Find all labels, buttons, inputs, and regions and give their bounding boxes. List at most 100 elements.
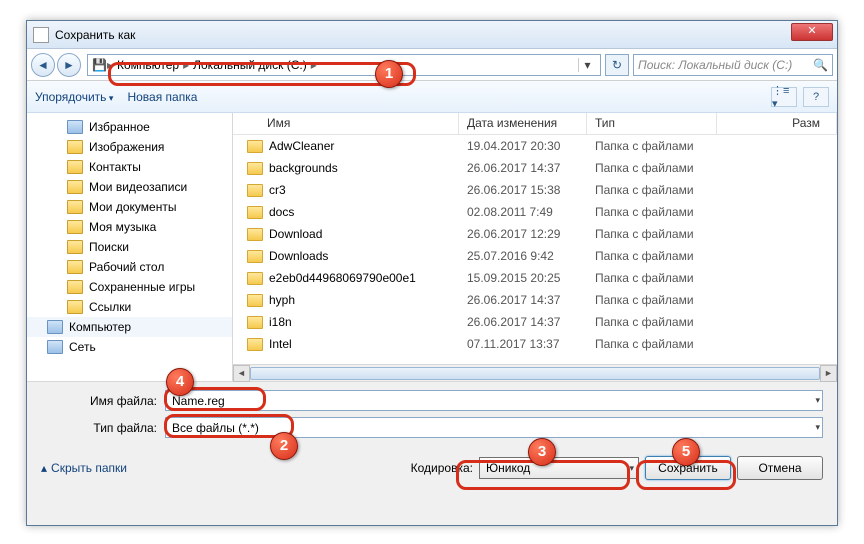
sidebar-item[interactable]: Мои документы [27,197,232,217]
drive-icon: 💾 [92,58,107,72]
horizontal-scrollbar[interactable]: ◄ ► [233,364,837,381]
file-list[interactable]: AdwCleaner19.04.2017 20:30Папка с файлам… [233,135,837,364]
filename-input[interactable]: Name.reg ▾ [165,390,823,411]
sidebar-item[interactable]: Изображения [27,137,232,157]
special-icon [67,120,83,134]
sidebar-item-label: Изображения [89,140,164,154]
table-row[interactable]: e2eb0d44968069790e00e115.09.2015 20:25Па… [233,267,837,289]
folder-icon [247,294,263,307]
address-bar[interactable]: 💾 ▸ Компьютер ▸ Локальный диск (C:) ▸ ▾ [87,54,601,76]
footer: ▴ Скрыть папки Кодировка: Юникод ▾ Сохра… [27,450,837,490]
scroll-thumb[interactable] [250,367,820,380]
cancel-button[interactable]: Отмена [737,456,823,480]
search-input[interactable]: Поиск: Локальный диск (C:) 🔍 [633,54,833,76]
special-icon [47,320,63,334]
folder-icon [247,316,263,329]
folder-icon [247,338,263,351]
scroll-left-icon[interactable]: ◄ [233,365,250,382]
sidebar-item-label: Поиски [89,240,129,254]
folder-icon [67,280,83,294]
help-button[interactable]: ? [803,87,829,107]
encoding-label: Кодировка: [411,461,473,475]
toolbar: Упорядочить Новая папка ⋮≡ ▾ ? [27,81,837,113]
table-row[interactable]: hyph26.06.2017 14:37Папка с файлами [233,289,837,311]
search-icon: 🔍 [813,58,828,72]
sidebar-item[interactable]: Контакты [27,157,232,177]
filetype-select[interactable]: Все файлы (*.*) ▾ [165,417,823,438]
table-row[interactable]: Downloads25.07.2016 9:42Папка с файлами [233,245,837,267]
filetype-label: Тип файла: [41,421,165,435]
titlebar[interactable]: Сохранить как ✕ [27,21,837,49]
special-icon [47,340,63,354]
table-row[interactable]: Download26.06.2017 12:29Папка с файлами [233,223,837,245]
folder-icon [67,200,83,214]
file-type: Папка с файлами [587,205,717,219]
save-button[interactable]: Сохранить [645,456,731,480]
app-icon [33,27,49,43]
refresh-button[interactable]: ↻ [605,54,629,76]
sidebar-item[interactable]: Сохраненные игры [27,277,232,297]
forward-button[interactable]: ► [57,53,81,77]
back-button[interactable]: ◄ [31,53,55,77]
view-button[interactable]: ⋮≡ ▾ [771,87,797,107]
folder-icon [67,260,83,274]
file-date: 26.06.2017 15:38 [459,183,587,197]
table-row[interactable]: i18n26.06.2017 14:37Папка с файлами [233,311,837,333]
sidebar-item[interactable]: Сеть [27,337,232,357]
file-date: 07.11.2017 13:37 [459,337,587,351]
file-name: i18n [269,315,292,329]
navbar: ◄ ► 💾 ▸ Компьютер ▸ Локальный диск (C:) … [27,49,837,81]
sidebar-item-label: Рабочий стол [89,260,164,274]
folder-icon [67,220,83,234]
file-date: 25.07.2016 9:42 [459,249,587,263]
address-dropdown-icon[interactable]: ▾ [578,58,596,72]
table-row[interactable]: AdwCleaner19.04.2017 20:30Папка с файлам… [233,135,837,157]
col-type[interactable]: Тип [587,113,717,134]
sidebar-item[interactable]: Компьютер [27,317,232,337]
encoding-select[interactable]: Юникод ▾ [479,457,639,479]
file-date: 26.06.2017 14:37 [459,315,587,329]
col-size[interactable]: Разм [717,113,837,134]
sidebar-item[interactable]: Ссылки [27,297,232,317]
sidebar-item[interactable]: Поиски [27,237,232,257]
sidebar-item[interactable]: Рабочий стол [27,257,232,277]
sidebar-item[interactable]: Мои видеозаписи [27,177,232,197]
table-row[interactable]: backgrounds26.06.2017 14:37Папка с файла… [233,157,837,179]
search-placeholder: Поиск: Локальный диск (C:) [638,58,792,72]
sidebar-item-label: Мои видеозаписи [89,180,187,194]
file-type: Папка с файлами [587,183,717,197]
chevron-down-icon[interactable]: ▾ [629,463,634,474]
file-name: cr3 [269,183,286,197]
sidebar-item-label: Контакты [89,160,141,174]
breadcrumb-drive[interactable]: Локальный диск (C:) [189,58,311,72]
folder-icon [247,228,263,241]
sidebar-item-label: Избранное [89,120,150,134]
chevron-down-icon[interactable]: ▾ [815,395,820,406]
file-name: Download [269,227,322,241]
chevron-down-icon[interactable]: ▾ [815,422,820,433]
sidebar-item-label: Сеть [69,340,96,354]
filename-label: Имя файла: [41,394,165,408]
column-headers: Имя Дата изменения Тип Разм [233,113,837,135]
file-type: Папка с файлами [587,249,717,263]
sidebar-item-label: Моя музыка [89,220,156,234]
sidebar-item-label: Ссылки [89,300,131,314]
organize-button[interactable]: Упорядочить [35,90,113,104]
sidebar-item[interactable]: Избранное [27,117,232,137]
hide-folders-link[interactable]: ▴ Скрыть папки [41,461,127,475]
col-date[interactable]: Дата изменения [459,113,587,134]
table-row[interactable]: docs02.08.2011 7:49Папка с файлами [233,201,837,223]
sidebar-item-label: Мои документы [89,200,176,214]
file-name: docs [269,205,294,219]
file-date: 26.06.2017 12:29 [459,227,587,241]
new-folder-button[interactable]: Новая папка [127,90,197,104]
folder-icon [67,180,83,194]
col-name[interactable]: Имя [233,113,459,134]
breadcrumb-computer[interactable]: Компьютер [113,58,183,72]
sidebar: Избранное Изображения Контакты Мои видеозап… [27,113,233,381]
sidebar-item[interactable]: Моя музыка [27,217,232,237]
scroll-right-icon[interactable]: ► [820,365,837,382]
table-row[interactable]: Intel07.11.2017 13:37Папка с файлами [233,333,837,355]
table-row[interactable]: cr3 26.06.2017 15:38Папка с файлами [233,179,837,201]
close-button[interactable]: ✕ [791,23,833,41]
